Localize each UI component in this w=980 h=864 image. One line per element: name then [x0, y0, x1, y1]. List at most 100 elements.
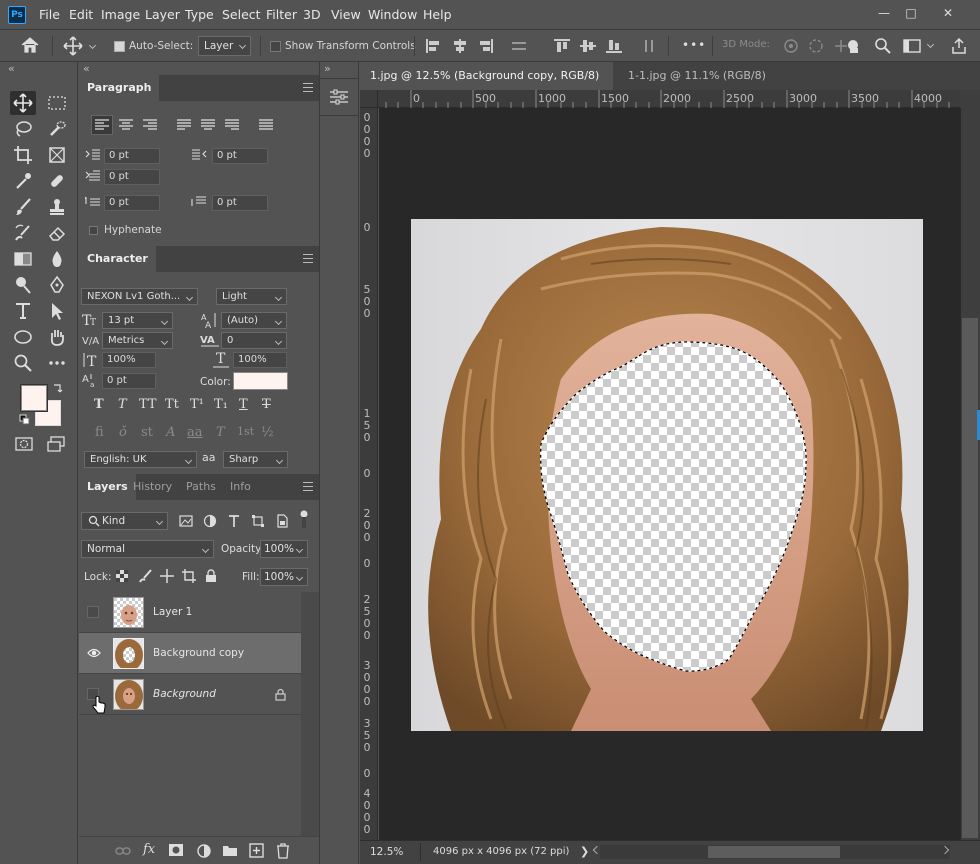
menu-edit[interactable]: Edit [69, 7, 93, 22]
vertical-scale-input[interactable]: 100% [102, 352, 156, 368]
swash-button[interactable]: A [166, 425, 175, 440]
horizontal-scale-input[interactable]: 100% [233, 352, 287, 368]
distribute-horizontal-icon[interactable] [640, 38, 658, 54]
new-layer-icon[interactable] [249, 843, 265, 859]
canvas-area[interactable] [379, 108, 960, 840]
align-left-text-icon[interactable] [94, 118, 110, 132]
align-top-edges-icon[interactable] [553, 38, 571, 54]
align-right-text-icon[interactable] [142, 118, 158, 132]
layer-name[interactable]: Background copy [153, 647, 244, 659]
align-left-edges-icon[interactable] [424, 38, 442, 54]
distribute-vertical-icon[interactable] [510, 38, 528, 54]
lock-image-pixels-icon[interactable] [139, 569, 153, 583]
3d-slide-icon[interactable] [845, 37, 865, 55]
filter-type-icon[interactable] [227, 514, 241, 528]
tab-document-2[interactable]: 1-1.jpg @ 11.1% (RGB/8) × [618, 62, 788, 110]
fill-dropdown[interactable]: 100% [260, 568, 308, 586]
properties-panel-icon[interactable] [329, 88, 349, 106]
crop-tool-icon[interactable] [10, 143, 36, 167]
vertical-scrollbar[interactable] [960, 90, 980, 840]
ellipse-tool-icon[interactable] [10, 325, 36, 349]
menu-select[interactable]: Select [222, 7, 261, 22]
horizontal-scrollbar[interactable] [592, 845, 950, 859]
status-menu-arrow[interactable]: ❯ [580, 845, 589, 858]
home-icon[interactable] [20, 36, 40, 54]
zoom-level[interactable]: 12.5% [370, 846, 403, 858]
quick-selection-tool-icon[interactable] [44, 117, 70, 141]
menu-window[interactable]: Window [368, 7, 417, 22]
minimize-button[interactable]: — [872, 4, 896, 22]
tab-document-1[interactable]: 1.jpg @ 12.5% (Background copy, RGB/8) *… [360, 62, 613, 110]
close-window-button[interactable]: ✕ [936, 4, 960, 22]
subscript-button[interactable]: T₁ [214, 397, 228, 412]
3d-roll-icon[interactable] [806, 37, 826, 55]
adjustment-icon[interactable] [196, 843, 212, 859]
language-dropdown[interactable]: English: UK [84, 451, 197, 468]
group-icon[interactable] [222, 843, 238, 857]
layers-menu-icon[interactable] [303, 482, 313, 491]
blur-tool-icon[interactable] [44, 247, 70, 271]
marquee-tool-icon[interactable] [44, 91, 70, 115]
collapse-toolbar-icon[interactable]: « [8, 62, 15, 75]
faux-italic-button[interactable]: T [118, 397, 127, 412]
swap-colors-icon[interactable] [52, 382, 64, 394]
antialias-dropdown[interactable]: Sharp [223, 451, 288, 468]
fx-icon[interactable]: fx [143, 842, 155, 857]
lock-artboard-icon[interactable] [182, 569, 196, 583]
font-family-dropdown[interactable]: NEXON Lv1 Goth... [81, 288, 198, 305]
ligatures-button[interactable]: fi [95, 425, 104, 440]
tab-character[interactable]: Character [79, 246, 156, 272]
workspace-icon[interactable] [903, 38, 921, 54]
align-vertical-centers-icon[interactable] [579, 38, 597, 54]
leading-dropdown[interactable]: (Auto) [221, 312, 287, 329]
zoom-tool-icon[interactable] [10, 351, 36, 375]
filter-shape-icon[interactable] [251, 514, 265, 528]
stylistic-alternates-button[interactable]: aa [187, 425, 203, 440]
menu-help[interactable]: Help [423, 7, 452, 22]
layer-row-background[interactable]: Background [79, 674, 301, 715]
mask-icon[interactable] [168, 843, 184, 857]
horizontal-scroll-thumb[interactable] [708, 846, 840, 858]
align-right-edges-icon[interactable] [477, 38, 495, 54]
character-menu-icon[interactable] [303, 254, 313, 263]
ruler-origin[interactable] [360, 90, 378, 108]
paragraph-menu-icon[interactable] [303, 83, 313, 92]
old-style-button[interactable]: ǒ [119, 425, 127, 440]
lock-transparent-pixels-icon[interactable] [116, 570, 128, 582]
move-tool-icon[interactable] [10, 91, 36, 115]
move-tool-icon[interactable] [62, 36, 84, 56]
layer-row-layer-1[interactable]: Layer 1 [79, 592, 301, 633]
layers-scrollbar[interactable] [301, 592, 319, 836]
quick-mask-icon[interactable] [14, 435, 34, 453]
layer-row-background-copy[interactable]: Background copy [79, 633, 301, 674]
strikethrough-button[interactable]: T [262, 397, 271, 412]
fractions-button[interactable]: ½ [261, 425, 274, 440]
document-image[interactable] [411, 219, 923, 731]
3d-orbit-icon[interactable] [781, 37, 801, 55]
clone-stamp-tool-icon[interactable] [44, 195, 70, 219]
all-caps-button[interactable]: TT [139, 397, 157, 412]
maximize-button[interactable]: □ [899, 4, 923, 22]
menu-layer[interactable]: Layer [145, 7, 180, 22]
faux-bold-button[interactable]: T [94, 397, 104, 412]
kerning-dropdown[interactable]: Metrics [102, 332, 173, 349]
eraser-tool-icon[interactable] [44, 221, 70, 245]
search-icon[interactable] [874, 37, 892, 55]
discretionary-ligatures-button[interactable]: st [141, 425, 153, 440]
justify-all-icon[interactable] [258, 118, 274, 132]
auto-select-target-dropdown[interactable]: Layer [198, 36, 251, 56]
hand-tool-icon[interactable] [44, 325, 70, 349]
font-size-dropdown[interactable]: 13 pt [102, 312, 173, 329]
tab-paragraph[interactable]: Paragraph [79, 75, 160, 101]
visibility-toggle[interactable] [87, 606, 99, 618]
eye-icon[interactable] [87, 647, 101, 659]
indent-right-input[interactable]: 0 pt [212, 148, 268, 164]
menu-filter[interactable]: Filter [266, 7, 297, 22]
small-caps-button[interactable]: Tt [165, 397, 179, 412]
chevron-down-icon[interactable] [88, 41, 97, 50]
trash-icon[interactable] [276, 843, 290, 859]
foreground-color-swatch[interactable] [21, 385, 47, 411]
opacity-dropdown[interactable]: 100% [260, 540, 308, 558]
justify-last-right-icon[interactable] [224, 118, 240, 132]
filter-toggle-icon[interactable] [300, 510, 308, 528]
